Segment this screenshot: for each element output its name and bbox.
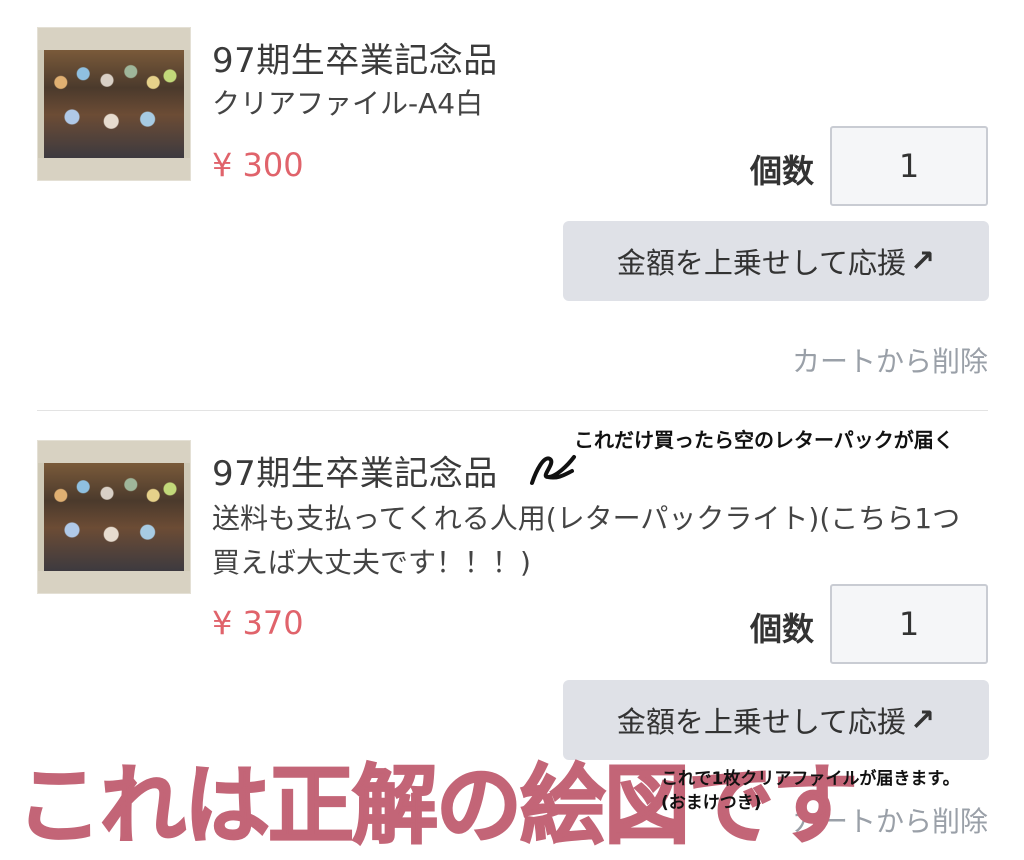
product-title[interactable]: 97期生卒業記念品 xyxy=(212,33,498,82)
quantity-label: 個数 xyxy=(750,610,815,648)
product-thumbnail[interactable] xyxy=(37,27,191,181)
thumbnail-band xyxy=(38,441,190,463)
product-price: ¥ 370 xyxy=(212,604,304,642)
annotation-note: (おまけつき) xyxy=(661,793,762,813)
group-photo-image xyxy=(44,463,184,571)
product-thumbnail[interactable] xyxy=(37,440,191,594)
thumbnail-band xyxy=(38,28,190,50)
arrow-up-right-icon: ↗ xyxy=(910,243,936,279)
product-price: ¥ 300 xyxy=(212,146,304,184)
quantity-label: 個数 xyxy=(750,152,815,190)
thumbnail-band xyxy=(38,158,190,180)
group-photo-image xyxy=(44,50,184,158)
product-title[interactable]: 97期生卒業記念品 xyxy=(212,446,498,495)
item-divider xyxy=(37,410,988,411)
arrow-up-right-icon: ↗ xyxy=(910,702,936,738)
boost-button-label: 金額を上乗せして応援 xyxy=(616,246,906,280)
boost-support-button[interactable]: 金額を上乗せして応援 ↗ xyxy=(563,221,989,301)
quantity-input[interactable]: 1 xyxy=(830,126,988,206)
quantity-input[interactable]: 1 xyxy=(830,584,988,664)
product-variant: クリアファイル-A4白 xyxy=(212,87,484,120)
product-variant: 送料も支払ってくれる人用(レターパックライト)(こちら1つ買えば大丈夫です！！！… xyxy=(212,502,961,579)
thumbnail-band xyxy=(38,571,190,593)
annotation-note: これで1枚クリアファイルが届きます。 xyxy=(661,769,960,789)
pen-scribble-icon xyxy=(530,455,576,485)
annotation-note: これだけ買ったら空のレターパックが届く xyxy=(574,428,954,452)
remove-from-cart-link[interactable]: カートから削除 xyxy=(792,340,988,380)
